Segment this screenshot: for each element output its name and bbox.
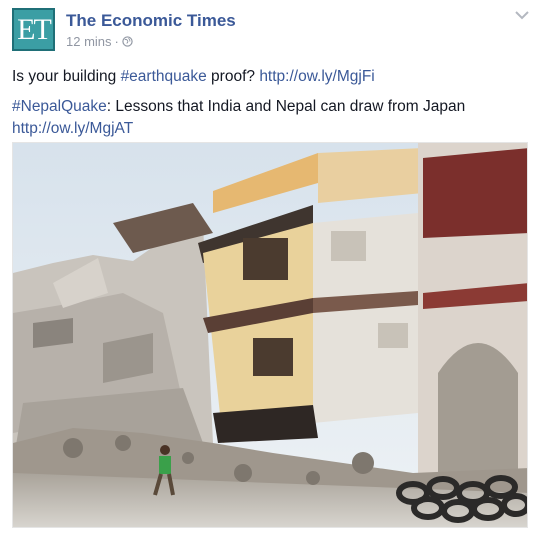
text-middle: proof? bbox=[206, 68, 260, 85]
link-url-1[interactable]: http://ow.ly/MgjFi bbox=[259, 68, 374, 85]
globe-icon[interactable] bbox=[122, 36, 133, 47]
post-header: ET The Economic Times 12 mins · bbox=[12, 8, 529, 52]
page-avatar[interactable]: ET bbox=[12, 8, 55, 51]
meta-separator: · bbox=[114, 34, 119, 49]
post-timestamp[interactable]: 12 mins bbox=[66, 34, 112, 49]
text-prefix: Is your building bbox=[12, 68, 121, 85]
hashtag-earthquake[interactable]: #earthquake bbox=[121, 68, 207, 85]
post-photo[interactable] bbox=[12, 142, 528, 528]
text-body: : Lessons that India and Nepal can draw … bbox=[106, 98, 466, 115]
news-feed-post: ET The Economic Times 12 mins · Is your … bbox=[0, 0, 541, 540]
page-name-link[interactable]: The Economic Times bbox=[66, 11, 236, 31]
avatar-logo-text: ET bbox=[17, 12, 52, 46]
link-url-2[interactable]: http://ow.ly/MgjAT bbox=[12, 120, 133, 137]
post-text-line-1: Is your building #earthquake proof? http… bbox=[12, 66, 527, 88]
post-meta: 12 mins · bbox=[66, 34, 133, 49]
hashtag-nepalquake[interactable]: #NepalQuake bbox=[12, 98, 107, 115]
chevron-down-icon[interactable] bbox=[515, 10, 529, 20]
post-text-line-2: #NepalQuake: Lessons that India and Nepa… bbox=[12, 96, 527, 140]
earthquake-photo-illustration bbox=[13, 143, 527, 527]
